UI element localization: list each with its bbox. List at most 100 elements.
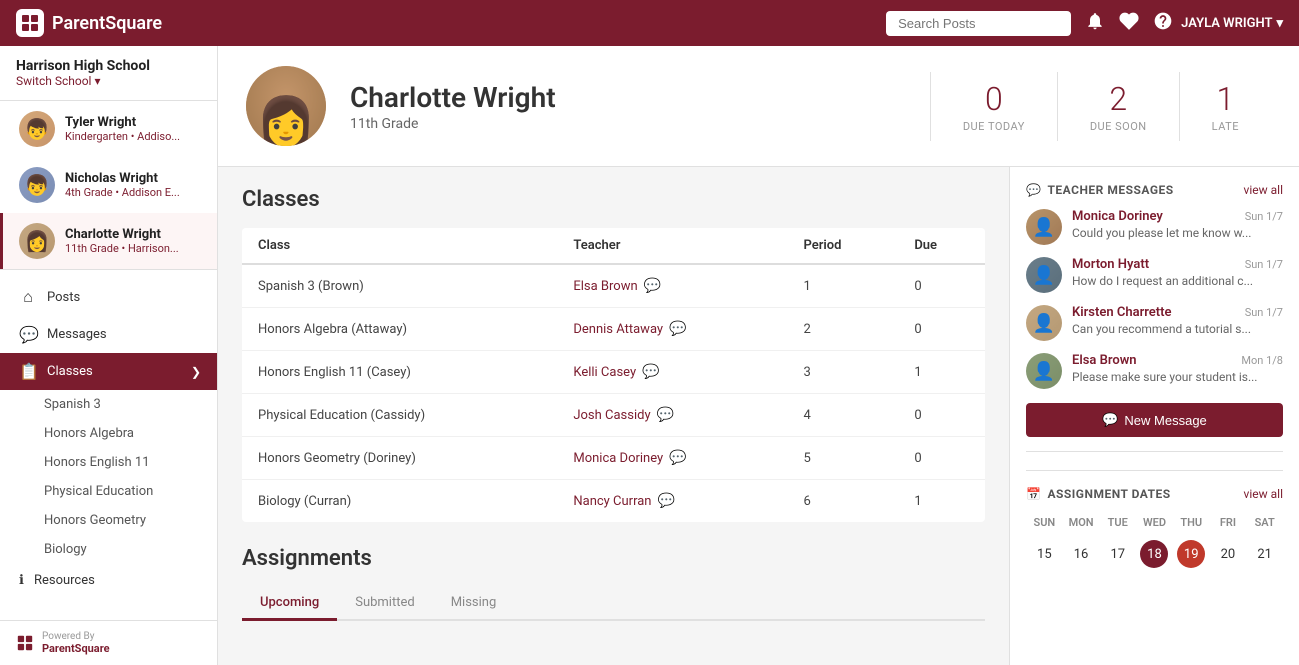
calendar-header: SUNMONTUEWEDTHUFRISAT: [1026, 513, 1283, 532]
sidebar-item-posts[interactable]: ⌂ Posts: [0, 278, 217, 316]
messages-label: Messages: [47, 327, 107, 342]
teacher-link[interactable]: Kelli Casey 💬: [573, 364, 771, 380]
table-row: Honors English 11 (Casey) Kelli Casey 💬 …: [242, 351, 985, 394]
teacher-link[interactable]: Josh Cassidy 💬: [573, 407, 771, 423]
sidebar-sub-physicaleducation[interactable]: Physical Education: [0, 477, 217, 506]
student-grade-charlotte: 11th Grade • Harrison...: [65, 242, 179, 255]
table-row: Physical Education (Cassidy) Josh Cassid…: [242, 394, 985, 437]
sidebar-sub-honorsgeometry[interactable]: Honors Geometry: [0, 506, 217, 535]
right-panel: 💬 TEACHER MESSAGES view all 👤 Monica Dor…: [1009, 167, 1299, 665]
student-grade-nicholas: 4th Grade • Addison E...: [65, 186, 180, 199]
teacher-link[interactable]: Elsa Brown 💬: [573, 278, 771, 294]
tab-upcoming[interactable]: Upcoming: [242, 587, 337, 621]
stat-due-soon-label: DUE SOON: [1090, 120, 1147, 133]
school-name: Harrison High School: [16, 58, 201, 74]
chat-icon[interactable]: 💬: [642, 364, 659, 380]
dates-view-all[interactable]: view all: [1244, 487, 1283, 501]
message-item[interactable]: 👤 Morton Hyatt Sun 1/7 How do I request …: [1026, 257, 1283, 293]
stat-late-number: 1: [1212, 80, 1239, 118]
main-content: Classes Class Teacher Period Due Spanish…: [218, 167, 1299, 665]
calendar-day[interactable]: 19: [1177, 540, 1205, 568]
teacher-link[interactable]: Monica Doriney 💬: [573, 450, 771, 466]
period-cell: 5: [787, 437, 898, 480]
message-list: 👤 Monica Doriney Sun 1/7 Could you pleas…: [1026, 209, 1283, 389]
profile-photo: 👩: [246, 66, 326, 146]
chat-icon[interactable]: 💬: [657, 407, 674, 423]
calendar-day[interactable]: 18: [1140, 540, 1168, 568]
resources-icon: ℹ: [19, 573, 24, 588]
message-avatar: 👤: [1026, 209, 1062, 245]
teacher-link[interactable]: Nancy Curran 💬: [573, 493, 771, 509]
chat-icon[interactable]: 💬: [644, 278, 661, 294]
avatar-nicholas: 👦: [19, 167, 55, 203]
chat-icon[interactable]: 💬: [669, 321, 686, 337]
stat-due-today-number: 0: [963, 80, 1025, 118]
sidebar-item-messages[interactable]: 💬 Messages: [0, 316, 217, 353]
sidebar-item-resources[interactable]: ℹ Resources: [0, 564, 217, 597]
stat-due-soon: 2 DUE SOON: [1057, 72, 1179, 141]
message-sender: Kirsten Charrette: [1072, 305, 1172, 320]
message-item[interactable]: 👤 Monica Doriney Sun 1/7 Could you pleas…: [1026, 209, 1283, 245]
table-row: Honors Algebra (Attaway) Dennis Attaway …: [242, 308, 985, 351]
message-time: Sun 1/7: [1245, 258, 1283, 271]
avatar-tyler: 👦: [19, 111, 55, 147]
student-item-tyler[interactable]: 👦 Tyler Wright Kindergarten • Addiso...: [0, 101, 217, 157]
message-item[interactable]: 👤 Kirsten Charrette Sun 1/7 Can you reco…: [1026, 305, 1283, 341]
chat-icon[interactable]: 💬: [657, 493, 674, 509]
stat-late-label: LATE: [1212, 120, 1239, 133]
period-cell: 2: [787, 308, 898, 351]
sidebar-sub-biology[interactable]: Biology: [0, 535, 217, 564]
profile-photo-face: 👩: [256, 93, 316, 146]
student-item-nicholas[interactable]: 👦 Nicholas Wright 4th Grade • Addison E.…: [0, 157, 217, 213]
student-item-charlotte[interactable]: 👩 Charlotte Wright 11th Grade • Harrison…: [0, 213, 217, 269]
calendar-icon: 📅: [1026, 487, 1041, 501]
message-content: Morton Hyatt Sun 1/7 How do I request an…: [1072, 257, 1283, 288]
new-message-button[interactable]: 💬 New Message: [1026, 403, 1283, 437]
message-time: Sun 1/7: [1245, 306, 1283, 319]
switch-school-chevron: ▾: [94, 74, 100, 88]
heart-icon[interactable]: [1119, 11, 1139, 35]
sidebar-item-classes[interactable]: 📋 Classes ❯: [0, 353, 217, 390]
tab-submitted[interactable]: Submitted: [337, 587, 432, 621]
notification-icon[interactable]: [1085, 11, 1105, 35]
message-preview: Can you recommend a tutorial s...: [1072, 322, 1283, 336]
teacher-link[interactable]: Dennis Attaway 💬: [573, 321, 771, 337]
col-class: Class: [242, 228, 557, 264]
sidebar-sub-honorsenglish[interactable]: Honors English 11: [0, 448, 217, 477]
new-message-label: New Message: [1124, 413, 1206, 428]
assignment-dates-title: 📅 ASSIGNMENT DATES: [1026, 487, 1171, 501]
calendar-day[interactable]: 21: [1251, 540, 1279, 568]
message-content: Monica Doriney Sun 1/7 Could you please …: [1072, 209, 1283, 240]
user-menu[interactable]: JAYLA WRIGHT ▾: [1181, 16, 1283, 31]
calendar-day[interactable]: 15: [1030, 540, 1058, 568]
main-layout: Harrison High School Switch School ▾ 👦 T…: [0, 46, 1299, 665]
message-sender: Elsa Brown: [1072, 353, 1137, 368]
sidebar-sub-spanish3[interactable]: Spanish 3: [0, 390, 217, 419]
posts-label: Posts: [47, 290, 80, 305]
due-cell: 1: [898, 351, 985, 394]
due-cell: 0: [898, 264, 985, 308]
message-sender: Morton Hyatt: [1072, 257, 1149, 272]
chat-icon[interactable]: 💬: [669, 450, 686, 466]
class-name: Honors Algebra (Attaway): [242, 308, 557, 351]
teacher-messages-header: 💬 TEACHER MESSAGES view all: [1026, 183, 1283, 197]
switch-school-button[interactable]: Switch School ▾: [16, 74, 201, 88]
student-name-tyler: Tyler Wright: [65, 115, 180, 130]
classes-icon: 📋: [19, 362, 37, 381]
calendar-day[interactable]: 20: [1214, 540, 1242, 568]
left-panel: Classes Class Teacher Period Due Spanish…: [218, 167, 1009, 665]
logo-icon: [16, 9, 44, 37]
search-input[interactable]: [886, 11, 1071, 36]
help-icon[interactable]: [1153, 11, 1173, 35]
message-preview: Please make sure your student is...: [1072, 370, 1283, 384]
calendar-day[interactable]: 17: [1104, 540, 1132, 568]
sidebar-sub-honorsalgebra[interactable]: Honors Algebra: [0, 419, 217, 448]
tab-missing[interactable]: Missing: [433, 587, 515, 621]
message-item[interactable]: 👤 Elsa Brown Mon 1/8 Please make sure yo…: [1026, 353, 1283, 389]
teacher-messages-title: 💬 TEACHER MESSAGES: [1026, 183, 1174, 197]
calendar-day[interactable]: 16: [1067, 540, 1095, 568]
top-nav-icons: [1085, 11, 1173, 35]
messages-view-all[interactable]: view all: [1244, 183, 1283, 197]
avatar-charlotte: 👩: [19, 223, 55, 259]
message-content: Elsa Brown Mon 1/8 Please make sure your…: [1072, 353, 1283, 384]
